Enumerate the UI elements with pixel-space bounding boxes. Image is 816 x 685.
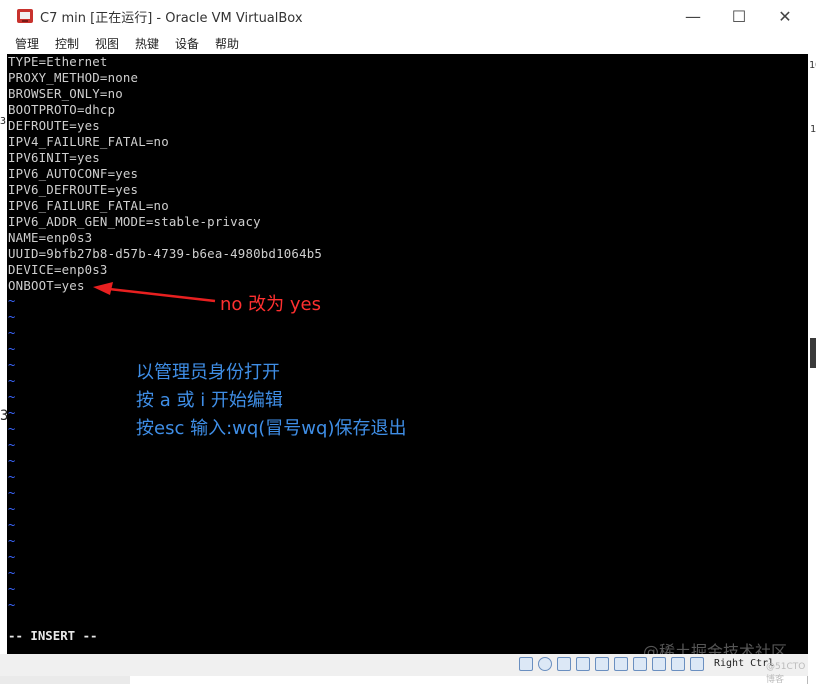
cto-watermark: @51CTO博客 [766,662,806,685]
shared-folders-icon[interactable] [614,657,628,671]
close-button[interactable]: ✕ [762,0,808,32]
empty-line-tilde: ~ [8,486,16,500]
audio-icon[interactable] [557,657,571,671]
empty-line-tilde: ~ [8,550,16,564]
background-text-fragment: 3 [0,408,9,424]
title-bar[interactable]: C7 min [正在运行] - Oracle VM VirtualBox — ☐… [0,0,808,32]
menu-control[interactable]: 控制 [55,35,79,52]
usb-icon[interactable] [595,657,609,671]
empty-line-tilde: ~ [8,374,16,388]
config-line: IPV6INIT=yes [8,150,100,165]
empty-line-tilde: ~ [8,310,16,324]
annotation-no-to-yes: no 改为 yes [220,294,321,315]
empty-line-tilde: ~ [8,502,16,516]
menu-view[interactable]: 视图 [95,35,119,52]
config-line: TYPE=Ethernet [8,54,108,69]
virtualbox-app-icon [17,9,33,23]
recording-icon[interactable] [652,657,666,671]
empty-line-tilde: ~ [8,454,16,468]
empty-line-tilde: ~ [8,598,16,612]
empty-line-tilde: ~ [8,326,16,340]
annotation-instruction: 以管理员身份打开 [136,362,280,383]
menu-bar: 管理 控制 视图 热键 设备 帮助 [0,32,808,54]
minimize-button[interactable]: — [670,0,716,32]
empty-line-tilde: ~ [8,358,16,372]
config-line: BOOTPROTO=dhcp [8,102,116,117]
mouse-integration-icon[interactable] [690,657,704,671]
network-icon[interactable] [576,657,590,671]
background-taskbar-strip [0,676,130,684]
empty-line-tilde: ~ [8,438,16,452]
menu-help[interactable]: 帮助 [215,35,239,52]
config-line: NAME=enp0s3 [8,230,93,245]
config-line: IPV6_FAILURE_FATAL=no [8,198,169,213]
window-title: C7 min [正在运行] - Oracle VM VirtualBox [40,11,303,26]
empty-line-tilde: ~ [8,470,16,484]
background-text-fragment: 10 [809,60,816,71]
background-window-edge [810,338,816,368]
config-line: IPV6_AUTOCONF=yes [8,166,139,181]
virtualbox-window: C7 min [正在运行] - Oracle VM VirtualBox — ☐… [0,0,808,685]
empty-line-tilde: ~ [8,566,16,580]
display-icon[interactable] [633,657,647,671]
empty-line-tilde: ~ [8,406,16,420]
empty-line-tilde: ~ [8,422,16,436]
config-line: IPV6_DEFROUTE=yes [8,182,139,197]
red-arrow-icon [93,282,216,303]
menu-manage[interactable]: 管理 [15,35,39,52]
annotation-instruction: 按 a 或 i 开始编辑 [136,390,283,411]
menu-hotkey[interactable]: 热键 [135,35,159,52]
empty-line-tilde: ~ [8,390,16,404]
hard-disk-icon[interactable] [519,657,533,671]
config-line: DEVICE=enp0s3 [8,262,108,277]
empty-line-tilde: ~ [8,518,16,532]
juejin-watermark: @稀土掘金技术社区 [643,642,788,654]
maximize-button[interactable]: ☐ [716,0,762,32]
config-line: IPV4_FAILURE_FATAL=no [8,134,169,149]
empty-line-tilde: ~ [8,534,16,548]
config-line-onboot: ONBOOT=yes [8,278,85,293]
config-line: IPV6_ADDR_GEN_MODE=stable-privacy [8,214,261,229]
empty-line-tilde: ~ [8,294,16,308]
vm-console-screen[interactable]: TYPE=Ethernet PROXY_METHOD=none BROWSER_… [7,54,808,654]
config-line: UUID=9bfb27b8-d57b-4739-b6ea-4980bd1064b… [8,246,323,261]
config-line: DEFROUTE=yes [8,118,100,133]
cpu-icon[interactable] [671,657,685,671]
empty-line-tilde: ~ [8,342,16,356]
background-text-fragment: 3 [0,116,7,127]
status-bar: Right Ctrl [0,654,808,676]
insert-mode-indicator: -- INSERT -- [8,628,98,643]
optical-drive-icon[interactable] [538,657,552,671]
annotation-instruction: 按esc 输入:wq(冒号wq)保存退出 [136,418,407,439]
empty-line-tilde: ~ [8,582,16,596]
background-text-fragment: 1 [810,124,816,135]
config-line: PROXY_METHOD=none [8,70,139,85]
config-line: BROWSER_ONLY=no [8,86,123,101]
menu-devices[interactable]: 设备 [175,35,199,52]
